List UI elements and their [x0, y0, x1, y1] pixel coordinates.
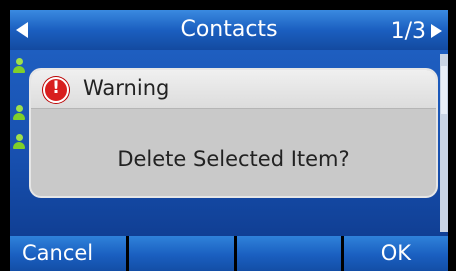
contact-icon — [13, 58, 25, 74]
softkey-3[interactable] — [236, 236, 341, 271]
scrollbar[interactable] — [440, 54, 448, 232]
warning-dialog: ! Warning Delete Selected Item? — [29, 68, 438, 198]
warning-icon: ! — [43, 77, 69, 103]
contact-icon — [13, 134, 25, 150]
contact-icon — [13, 105, 25, 121]
ok-button[interactable]: OK — [343, 236, 448, 271]
phone-screen: Contacts 1/3 ! Warning Delete Selected I… — [0, 0, 456, 271]
dialog-title: Warning — [83, 76, 170, 100]
cancel-button[interactable]: Cancel — [10, 236, 127, 271]
softkey-2[interactable] — [129, 236, 234, 271]
title-bar: Contacts 1/3 — [10, 10, 448, 50]
scrollbar-thumb[interactable] — [441, 66, 447, 114]
dialog-header: ! Warning — [31, 70, 436, 109]
page-title: Contacts — [180, 17, 278, 42]
dialog-message: Delete Selected Item? — [117, 147, 350, 171]
right-arrow-icon[interactable] — [431, 24, 442, 38]
page-indicator: 1/3 — [390, 19, 426, 44]
softkey-bar: Cancel OK — [10, 236, 448, 271]
